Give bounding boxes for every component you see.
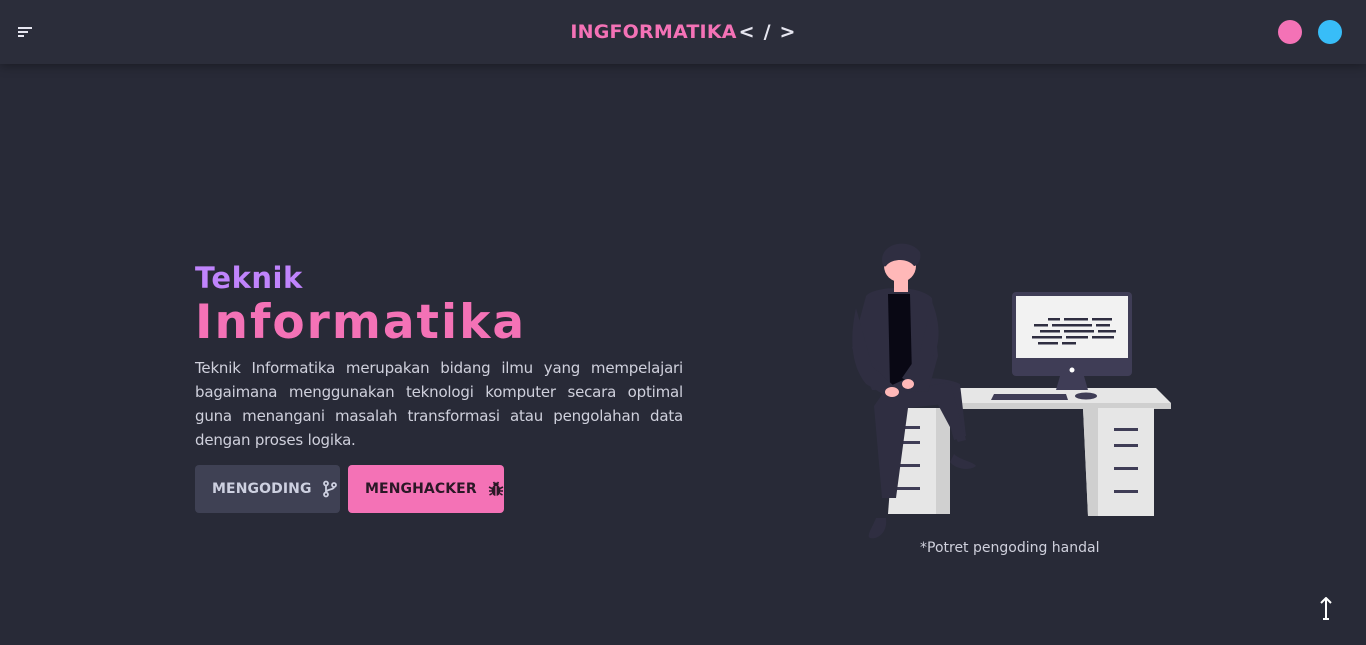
navbar: INGFORMATIKA < / > bbox=[0, 0, 1366, 64]
theme-pink-button[interactable] bbox=[1278, 20, 1302, 44]
menghacker-button[interactable]: MENGHACKER bbox=[348, 465, 504, 513]
hero-description: Teknik Informatika merupakan bidang ilmu… bbox=[195, 359, 683, 449]
brand-name: INGFORMATIKA bbox=[570, 21, 737, 43]
bug-icon bbox=[487, 480, 505, 498]
theme-blue-button[interactable] bbox=[1318, 20, 1342, 44]
menu-button[interactable] bbox=[12, 20, 38, 44]
mengoding-label: MENGODING bbox=[212, 481, 312, 497]
hero-headline: Informatika bbox=[195, 295, 527, 350]
hero-kicker: Teknik bbox=[195, 261, 303, 295]
menu-icon bbox=[18, 27, 32, 37]
mengoding-button[interactable]: MENGODING bbox=[195, 465, 340, 513]
illustration-caption: *Potret pengoding handal bbox=[920, 540, 1100, 556]
scroll-top-button[interactable] bbox=[1314, 597, 1338, 623]
brand-code: < / > bbox=[738, 21, 796, 43]
hero-actions: MENGODING MENGHACKER bbox=[195, 465, 504, 513]
brand-logo[interactable]: INGFORMATIKA < / > bbox=[570, 21, 795, 43]
arrow-up-icon bbox=[1320, 597, 1332, 620]
git-branch-icon bbox=[322, 480, 338, 498]
menghacker-label: MENGHACKER bbox=[365, 481, 477, 497]
programmer-illustration bbox=[848, 236, 1174, 542]
hero-section: Teknik Informatika Teknik Informatika me… bbox=[195, 262, 683, 452]
